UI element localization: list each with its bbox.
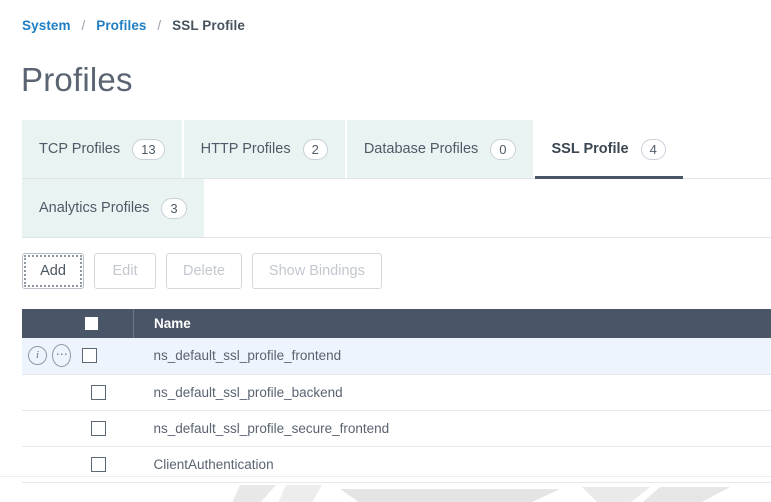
tab-strip: TCP Profiles 13 HTTP Profiles 2 Database… xyxy=(22,120,771,238)
tab-count-badge: 4 xyxy=(640,138,666,160)
row-name: ns_default_ssl_profile_backend xyxy=(153,384,343,400)
tab-count-badge: 3 xyxy=(161,197,187,219)
tab-http-profiles[interactable]: HTTP Profiles 2 xyxy=(183,120,347,178)
row-actions xyxy=(22,384,134,400)
table-header-select-all[interactable] xyxy=(22,309,134,338)
add-button[interactable]: Add xyxy=(22,253,84,289)
tab-count-badge: 0 xyxy=(490,138,516,160)
row-actions xyxy=(22,420,134,436)
tab-label: Database Profiles xyxy=(363,141,479,157)
delete-button[interactable]: Delete xyxy=(166,253,242,289)
row-actions-cell xyxy=(22,410,134,446)
row-checkbox[interactable] xyxy=(91,420,106,436)
tab-label: SSL Profile xyxy=(551,141,629,157)
table-header-row: Name xyxy=(22,309,771,338)
tab-database-profiles[interactable]: Database Profiles 0 xyxy=(346,120,535,178)
select-all-checkbox[interactable] xyxy=(85,317,98,330)
row-name: ClientAuthentication xyxy=(153,456,274,472)
tab-row-filler xyxy=(205,179,771,237)
tab-tcp-profiles[interactable]: TCP Profiles 13 xyxy=(22,120,184,178)
table-row[interactable]: ns_default_ssl_profile_secure_frontend xyxy=(22,410,771,446)
tab-label: Analytics Profiles xyxy=(39,200,150,216)
row-name: ns_default_ssl_profile_secure_frontend xyxy=(153,420,390,436)
edit-button[interactable]: Edit xyxy=(94,253,156,289)
breadcrumb-item-system[interactable]: System xyxy=(22,18,71,33)
row-checkbox[interactable] xyxy=(82,348,97,364)
page-title: Profiles xyxy=(21,61,133,98)
row-checkbox[interactable] xyxy=(91,456,106,472)
tab-label: HTTP Profiles xyxy=(200,141,291,157)
row-actions-cell xyxy=(22,374,134,410)
breadcrumb-separator: / xyxy=(157,18,162,33)
table-row[interactable]: ClientAuthentication xyxy=(22,446,771,482)
tab-label: TCP Profiles xyxy=(39,141,121,157)
show-bindings-button[interactable]: Show Bindings xyxy=(251,253,382,289)
row-actions: i ⋯ xyxy=(22,344,134,368)
breadcrumb: System / Profiles / SSL Profile xyxy=(22,18,245,33)
table-toolbar: Add Edit Delete Show Bindings xyxy=(22,253,382,289)
table-row[interactable]: ns_default_ssl_profile_backend xyxy=(22,374,771,410)
tab-row-secondary: Analytics Profiles 3 xyxy=(22,179,771,238)
ssl-profiles-table: Name i ⋯ ns_default_ssl_profile_frontend… xyxy=(22,309,771,483)
table-header-name[interactable]: Name xyxy=(134,309,771,338)
row-actions-cell: i ⋯ xyxy=(22,338,134,374)
tab-analytics-profiles[interactable]: Analytics Profiles 3 xyxy=(22,179,206,237)
tab-ssl-profile[interactable]: SSL Profile 4 xyxy=(534,120,684,179)
tab-count-badge: 13 xyxy=(132,138,165,160)
breadcrumb-item-profiles[interactable]: Profiles xyxy=(96,18,146,33)
row-actions-cell xyxy=(22,446,134,482)
row-actions xyxy=(22,456,134,472)
more-actions-icon[interactable]: ⋯ xyxy=(52,344,71,368)
breadcrumb-item-ssl-profile: SSL Profile xyxy=(172,18,245,33)
row-checkbox[interactable] xyxy=(91,384,106,400)
table-row[interactable]: i ⋯ ns_default_ssl_profile_frontend xyxy=(22,338,771,374)
tab-row-primary: TCP Profiles 13 HTTP Profiles 2 Database… xyxy=(22,120,771,179)
breadcrumb-separator: / xyxy=(81,18,86,33)
tab-count-badge: 2 xyxy=(302,138,328,160)
info-icon[interactable]: i xyxy=(28,346,47,366)
row-name: ns_default_ssl_profile_frontend xyxy=(153,348,342,364)
